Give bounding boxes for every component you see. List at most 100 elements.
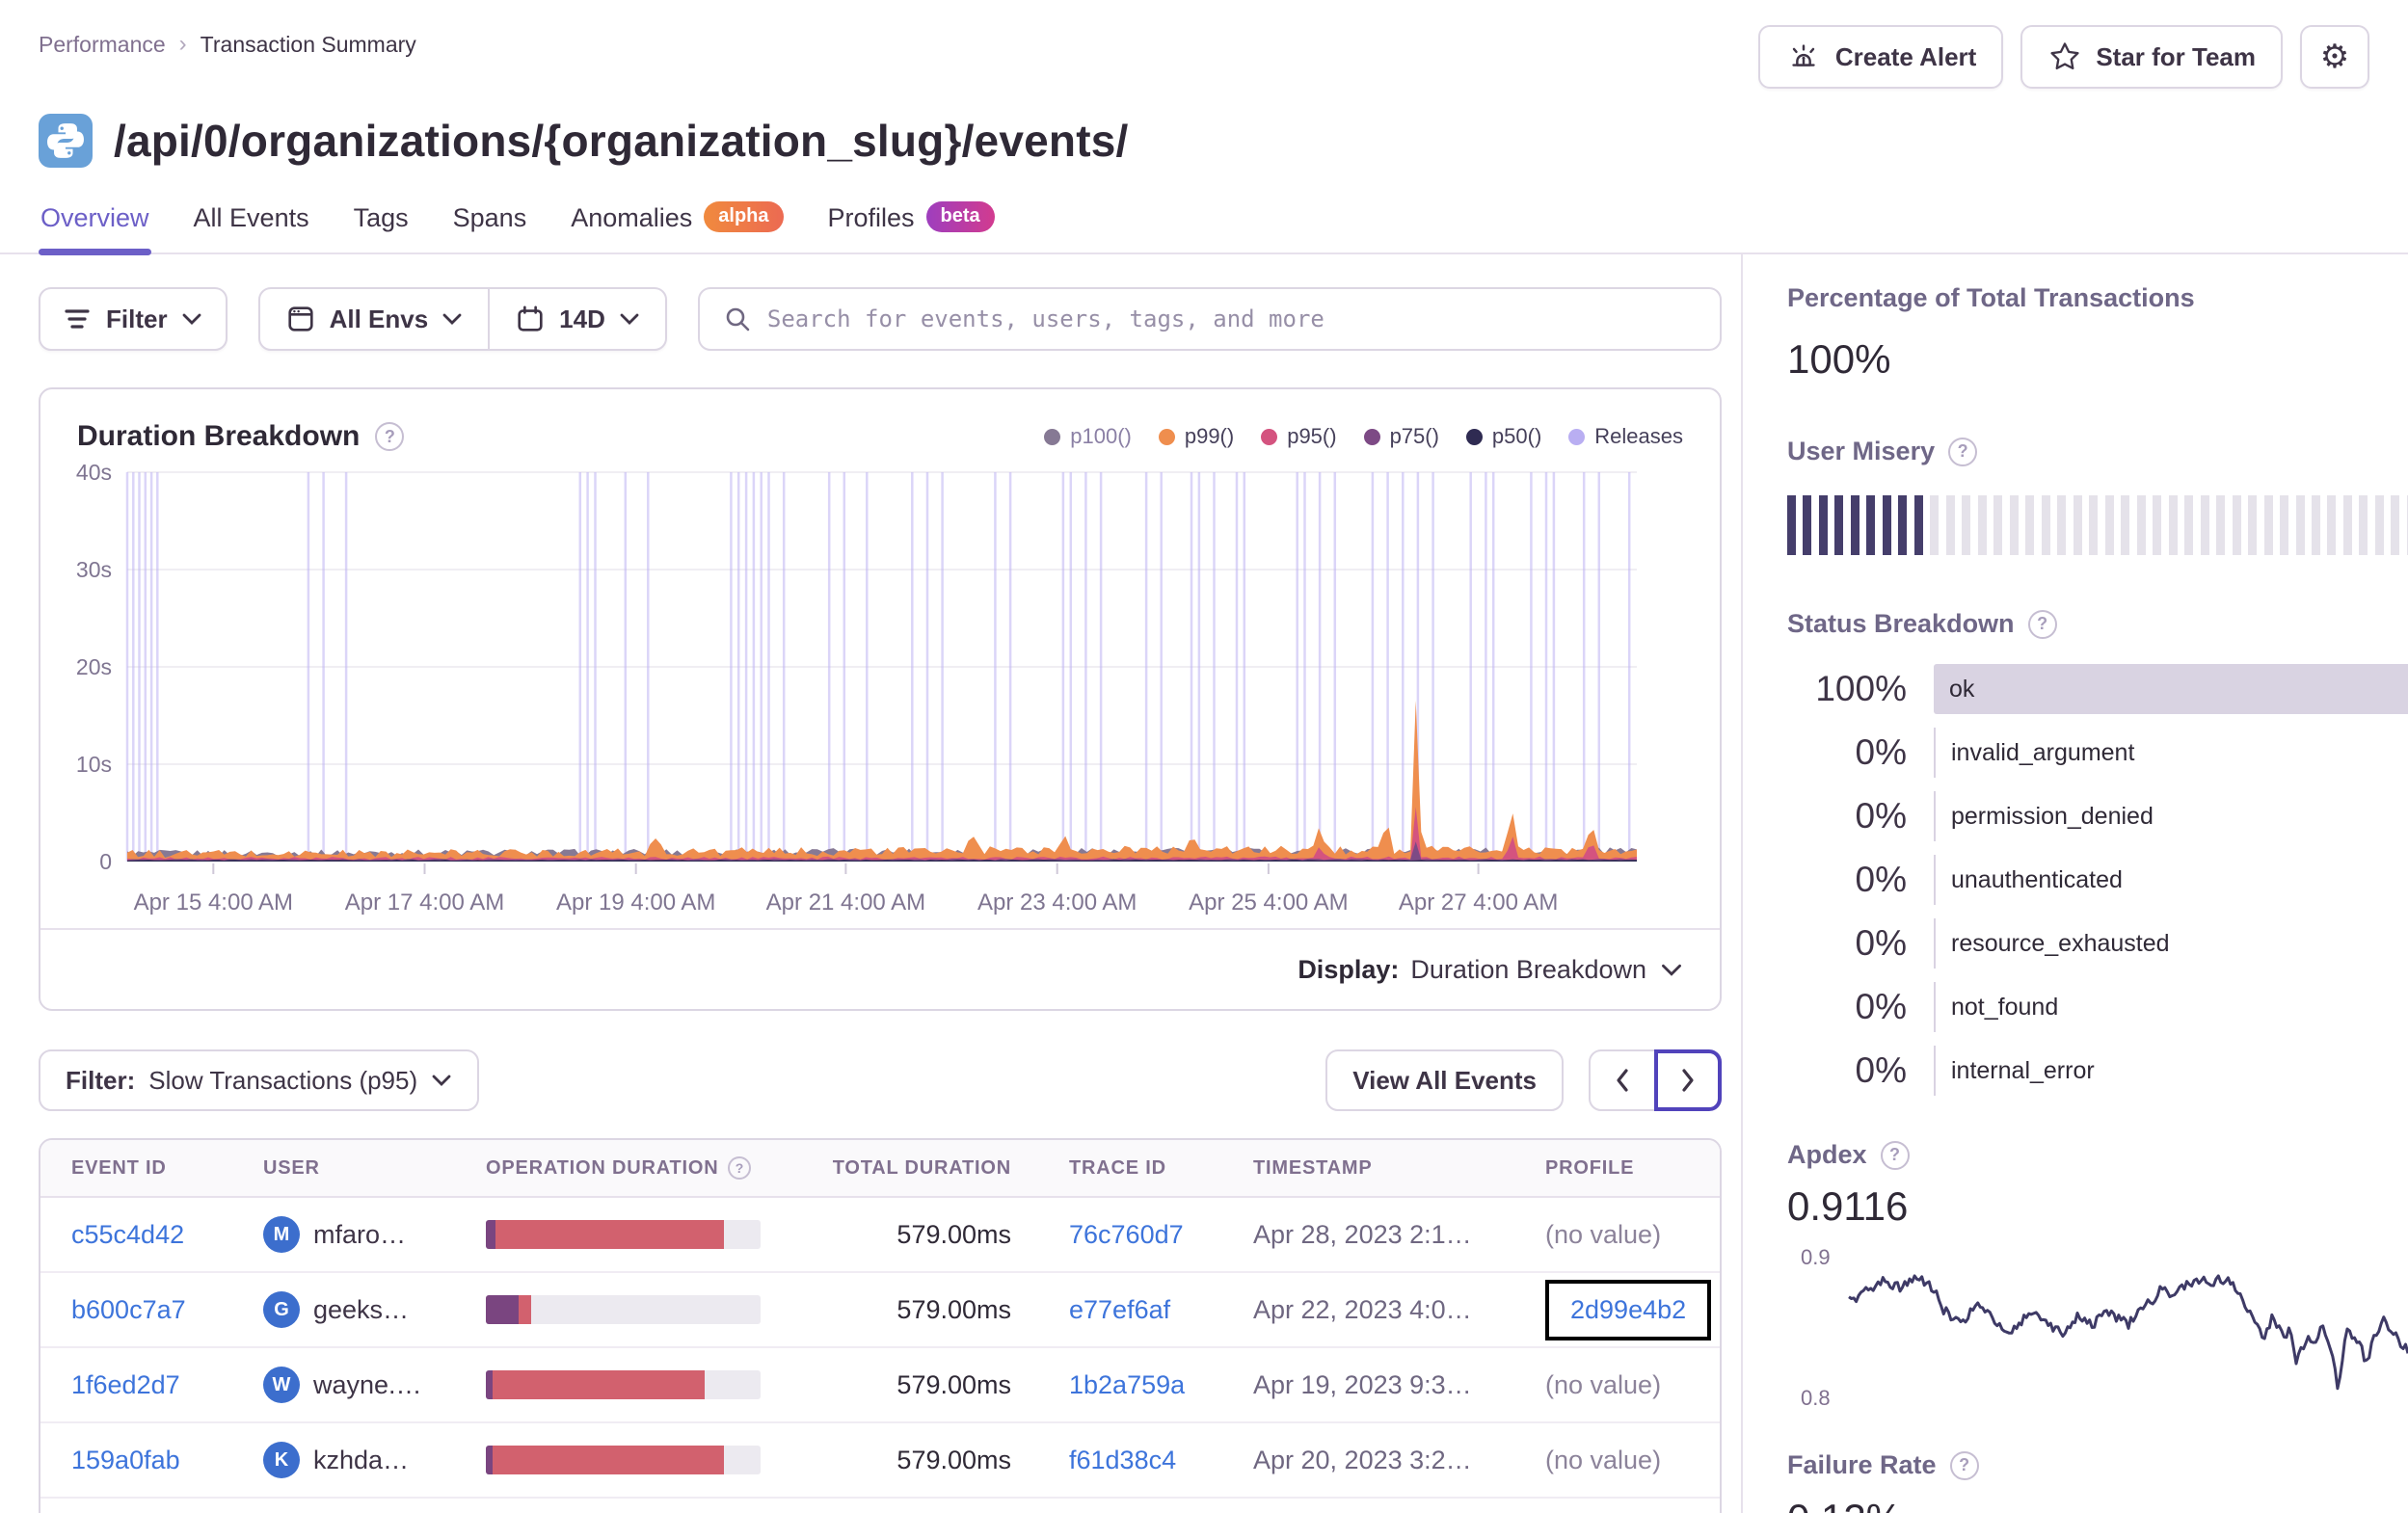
table-body: c55c4d42 Mmfaro… 579.00ms 76c760d7 Apr 28, 2… bbox=[40, 1198, 1720, 1513]
legend-item-p75[interactable]: p75() bbox=[1363, 424, 1439, 449]
operation-duration-bar bbox=[486, 1370, 761, 1399]
chevron-down-icon bbox=[432, 1075, 451, 1086]
date-range-selector[interactable]: 14D bbox=[490, 289, 665, 349]
status-percent: 0% bbox=[1855, 987, 1907, 1026]
profile-link[interactable]: 2d99e4b2 bbox=[1570, 1295, 1686, 1324]
table-row: 159a0fab Kkzhda… 579.00ms f61d38c4 Apr 20, 2… bbox=[40, 1423, 1720, 1499]
legend-item-p99[interactable]: p99() bbox=[1158, 424, 1235, 449]
svg-text:0.8: 0.8 bbox=[1801, 1386, 1831, 1410]
misery-tick-empty bbox=[2263, 495, 2273, 555]
tab-spans[interactable]: Spans bbox=[451, 197, 529, 252]
misery-tick-empty bbox=[2184, 495, 2194, 555]
svg-text:Apr 19 4:00 AM: Apr 19 4:00 AM bbox=[556, 889, 715, 916]
total-transactions-title: Percentage of Total Transactions bbox=[1787, 283, 2195, 312]
user-name: kzhda… bbox=[313, 1445, 410, 1474]
profile-no-value: (no value) bbox=[1545, 1369, 1662, 1399]
filter-bar: Filter All Envs 14D Search for events, u… bbox=[39, 287, 1722, 351]
misery-tick-empty bbox=[2041, 495, 2050, 555]
next-page-button[interactable] bbox=[1654, 1049, 1722, 1111]
total-duration: 579.00ms bbox=[896, 1369, 1011, 1399]
avatar: K bbox=[263, 1442, 300, 1478]
highlight-box: 2d99e4b2 bbox=[1545, 1279, 1712, 1340]
tab-anomalies[interactable]: Anomalies alpha bbox=[569, 197, 785, 252]
event-id-link[interactable]: 159a0fab bbox=[71, 1446, 180, 1474]
total-duration: 579.00ms bbox=[896, 1445, 1011, 1474]
user-name: geeks… bbox=[313, 1294, 410, 1324]
legend-item-p95[interactable]: p95() bbox=[1261, 424, 1337, 449]
tab-overview[interactable]: Overview bbox=[39, 197, 151, 255]
status-breakdown-section: Status Breakdown ? 100% ok 0% invalid_argum… bbox=[1787, 609, 2408, 1096]
date-range-label: 14D bbox=[559, 304, 605, 333]
status-label: permission_denied bbox=[1951, 802, 2154, 830]
apdex-sparkline: 0.9 0.8 bbox=[1801, 1245, 2408, 1410]
status-row-resource_exhausted: 0% resource_exhausted bbox=[1787, 918, 2408, 969]
tab-profiles[interactable]: Profiles beta bbox=[826, 197, 997, 252]
event-id-link[interactable]: b600c7a7 bbox=[71, 1295, 186, 1324]
display-selector[interactable]: Duration Breakdown bbox=[1410, 955, 1683, 985]
environment-selector[interactable]: All Envs bbox=[260, 289, 489, 349]
transactions-filter-dropdown[interactable]: Filter: Slow Transactions (p95) bbox=[39, 1049, 480, 1111]
legend-dot-icon bbox=[1363, 428, 1380, 445]
profile-no-value: (no value) bbox=[1545, 1445, 1662, 1474]
transactions-filter-label: Filter: bbox=[66, 1065, 136, 1095]
duration-breakdown-card: Duration Breakdown ? p100() p99() p95() p75… bbox=[39, 387, 1722, 1011]
help-icon[interactable]: ? bbox=[1949, 1450, 1979, 1480]
svg-text:Apr 27 4:00 AM: Apr 27 4:00 AM bbox=[1399, 889, 1558, 916]
status-label: unauthenticated bbox=[1951, 865, 2123, 893]
misery-tick-empty bbox=[2280, 495, 2289, 555]
status-percent: 0% bbox=[1855, 860, 1907, 899]
filter-lines-icon bbox=[65, 309, 90, 329]
svg-text:0.9: 0.9 bbox=[1801, 1245, 1831, 1269]
status-breakdown-title: Status Breakdown bbox=[1787, 609, 2015, 638]
tab-tags[interactable]: Tags bbox=[352, 197, 411, 252]
status-percent: 0% bbox=[1855, 796, 1907, 836]
breadcrumb-separator-icon: › bbox=[178, 31, 187, 57]
legend-item-p50[interactable]: p50() bbox=[1465, 424, 1542, 449]
help-icon[interactable]: ? bbox=[1948, 437, 1978, 466]
help-icon[interactable]: ? bbox=[728, 1156, 752, 1180]
env-date-control: All Envs 14D bbox=[257, 287, 667, 351]
avatar: G bbox=[263, 1291, 300, 1328]
tab-bar: Overview All Events Tags Spans Anomalies alph… bbox=[0, 197, 2408, 255]
event-id-link[interactable]: 1f6ed2d7 bbox=[71, 1370, 180, 1399]
user-cell: Wwayne.… bbox=[263, 1367, 486, 1403]
help-icon[interactable]: ? bbox=[2027, 609, 2057, 639]
column-label: PROFILE bbox=[1545, 1156, 1635, 1179]
legend-item-p100[interactable]: p100() bbox=[1044, 424, 1132, 449]
search-input[interactable] bbox=[766, 305, 1697, 332]
view-all-events-button[interactable]: View All Events bbox=[1325, 1049, 1564, 1111]
breadcrumb-performance[interactable]: Performance bbox=[39, 32, 166, 58]
star-icon bbox=[2050, 42, 2079, 70]
settings-button[interactable]: ⚙ bbox=[2300, 25, 2369, 89]
status-row-unauthenticated: 0% unauthenticated bbox=[1787, 855, 2408, 905]
misery-tick-filled bbox=[1882, 495, 1891, 555]
help-icon[interactable]: ? bbox=[375, 422, 405, 451]
pagination bbox=[1589, 1049, 1722, 1111]
user-misery-section: User Misery ? bbox=[1787, 437, 2408, 555]
legend-item-Releases[interactable]: Releases bbox=[1568, 424, 1683, 449]
status-bar: not_found bbox=[1934, 982, 2408, 1032]
svg-text:40s: 40s bbox=[76, 463, 112, 485]
legend-label: p95() bbox=[1287, 424, 1337, 448]
help-icon[interactable]: ? bbox=[1880, 1140, 1910, 1170]
status-bar: unauthenticated bbox=[1934, 855, 2408, 905]
trace-id-link[interactable]: f61d38c4 bbox=[1069, 1446, 1176, 1474]
event-id-link[interactable]: c55c4d42 bbox=[71, 1220, 184, 1249]
legend-label: p99() bbox=[1184, 424, 1235, 448]
tab-label: Tags bbox=[353, 202, 409, 232]
profile-cell: (no value) bbox=[1545, 1446, 1720, 1475]
status-label: internal_error bbox=[1951, 1056, 2095, 1084]
status-row-ok: 100% ok bbox=[1787, 664, 2408, 714]
legend-label: Releases bbox=[1594, 424, 1683, 448]
tab-all-events[interactable]: All Events bbox=[192, 197, 311, 252]
previous-page-button[interactable] bbox=[1589, 1049, 1656, 1111]
create-alert-button[interactable]: Create Alert bbox=[1757, 25, 2004, 89]
legend-label: p50() bbox=[1491, 424, 1542, 448]
column-header-operation-duration: OPERATION DURATION? bbox=[486, 1156, 816, 1180]
trace-id-link[interactable]: e77ef6af bbox=[1069, 1295, 1170, 1324]
misery-tick-empty bbox=[1993, 495, 2003, 555]
trace-id-link[interactable]: 76c760d7 bbox=[1069, 1220, 1184, 1249]
filter-dropdown[interactable]: Filter bbox=[39, 287, 227, 351]
trace-id-link[interactable]: 1b2a759a bbox=[1069, 1370, 1185, 1399]
star-for-team-button[interactable]: Star for Team bbox=[2020, 25, 2283, 89]
